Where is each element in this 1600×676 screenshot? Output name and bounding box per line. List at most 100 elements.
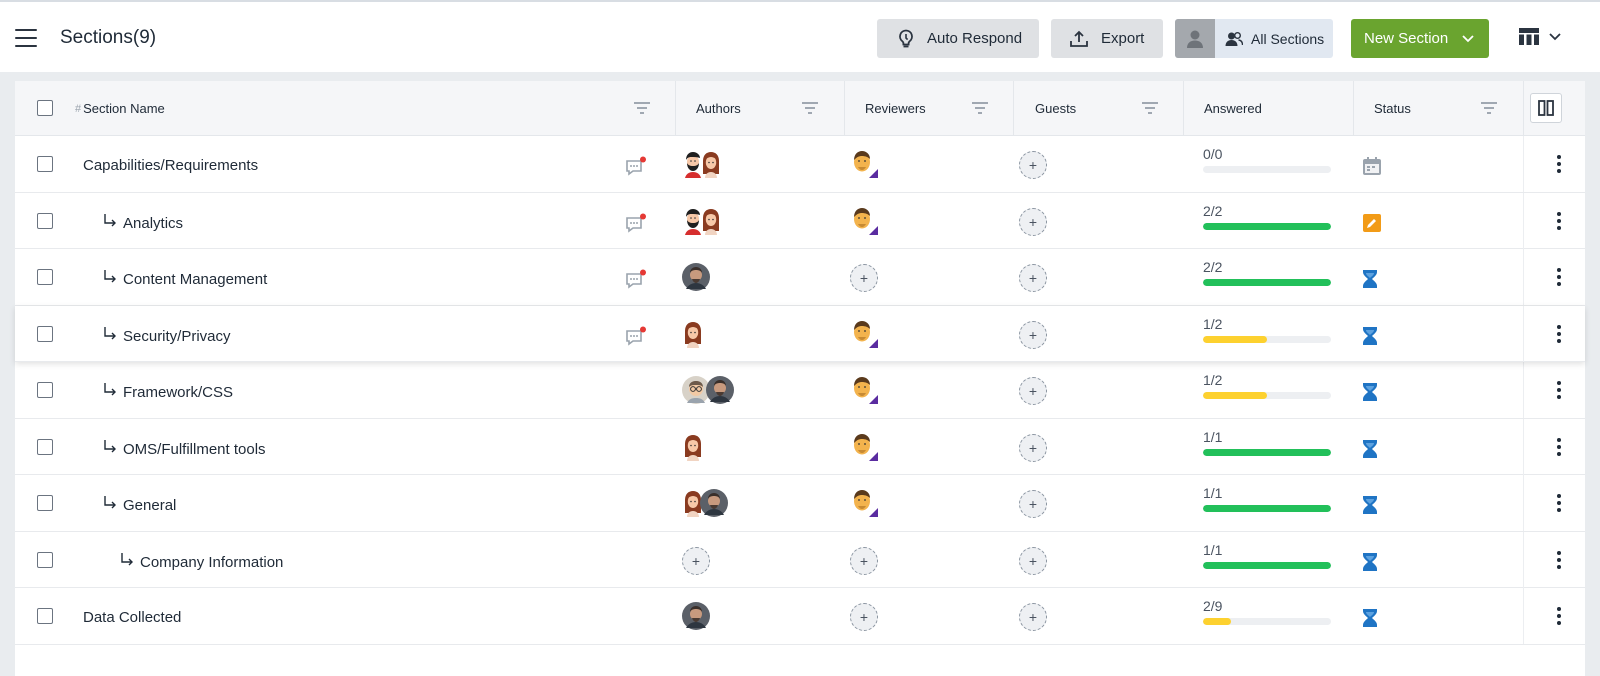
author-avatars[interactable]	[682, 263, 710, 296]
table-row[interactable]: OMS/Fulfillment tools + 1/1	[15, 418, 1585, 475]
hourglass-icon[interactable]	[1362, 495, 1378, 520]
calendar-icon[interactable]	[1362, 156, 1382, 181]
section-name[interactable]: Content Management	[103, 270, 267, 288]
add-reviewer-button[interactable]: +	[850, 603, 878, 631]
select-all-checkbox[interactable]	[37, 100, 53, 116]
add-reviewer-button[interactable]: +	[850, 264, 878, 292]
reviewer-avatar[interactable]	[849, 375, 878, 410]
author-avatars[interactable]	[682, 489, 728, 522]
section-name[interactable]: Analytics	[103, 213, 183, 232]
section-name[interactable]: Framework/CSS	[103, 383, 233, 401]
columns-icon	[1538, 100, 1554, 116]
author-avatars[interactable]	[682, 376, 734, 409]
progress-fill	[1203, 448, 1331, 456]
add-guest-button[interactable]: +	[1019, 433, 1047, 462]
row-checkbox[interactable]	[37, 438, 53, 455]
row-checkbox[interactable]	[37, 495, 53, 511]
more-options-icon[interactable]	[1554, 209, 1564, 233]
reviewer-avatar[interactable]	[849, 319, 878, 354]
hamburger-menu-icon[interactable]	[15, 29, 37, 49]
row-checkbox[interactable]	[37, 269, 53, 285]
add-guest-button[interactable]: +	[1019, 377, 1047, 405]
author-avatars[interactable]	[682, 320, 701, 353]
more-options-icon[interactable]	[1554, 378, 1564, 402]
reviewer-avatar[interactable]	[849, 206, 878, 241]
reviewer-avatar[interactable]	[849, 149, 878, 184]
table-row[interactable]: Security/Privacy + 1/2	[15, 305, 1585, 362]
table-row[interactable]: Analytics + 2/2	[15, 192, 1585, 249]
more-options-icon[interactable]	[1554, 548, 1564, 572]
author-avatars[interactable]	[682, 207, 719, 240]
auto-respond-button[interactable]: Auto Respond	[877, 19, 1039, 58]
add-guest-button[interactable]: +	[1019, 603, 1047, 631]
comment-icon[interactable]	[625, 213, 647, 235]
add-guest-button[interactable]: +	[1019, 320, 1047, 349]
section-name[interactable]: OMS/Fulfillment tools	[103, 439, 266, 458]
row-checkbox[interactable]	[37, 156, 53, 172]
more-options-icon[interactable]	[1554, 604, 1564, 628]
row-checkbox[interactable]	[37, 608, 53, 624]
chevron-down-icon[interactable]	[1549, 32, 1561, 41]
view-layout-toggle[interactable]	[1519, 28, 1561, 45]
all-sections-button[interactable]: All Sections	[1175, 19, 1333, 58]
section-name[interactable]: Data Collected	[83, 609, 181, 626]
filter-icon[interactable]	[801, 101, 819, 115]
reviewer-avatar[interactable]	[849, 488, 878, 523]
column-selector-button[interactable]	[1530, 93, 1562, 123]
table-row[interactable]: Framework/CSS + 1/2	[15, 362, 1585, 419]
filter-icon[interactable]	[1141, 101, 1159, 115]
more-options-icon[interactable]	[1554, 435, 1564, 459]
export-button[interactable]: Export	[1051, 19, 1163, 58]
table-row[interactable]: General + 1/1	[15, 475, 1585, 532]
add-reviewer-button[interactable]: +	[850, 546, 878, 575]
answered-progress: 2/2	[1203, 203, 1331, 230]
hourglass-icon[interactable]	[1362, 552, 1378, 577]
row-checkbox[interactable]	[37, 551, 53, 568]
answered-progress: 1/1	[1203, 485, 1331, 512]
add-guest-button[interactable]: +	[1019, 264, 1047, 292]
hourglass-icon[interactable]	[1362, 269, 1378, 294]
filter-icon[interactable]	[1480, 101, 1498, 115]
edit-icon[interactable]	[1362, 213, 1382, 238]
section-name[interactable]: Company Information	[120, 552, 283, 571]
avatar	[849, 432, 879, 467]
author-avatars[interactable]	[682, 150, 719, 183]
filter-icon[interactable]	[633, 101, 651, 115]
table-row[interactable]: Capabilities/Requirements + 0/0	[15, 136, 1585, 193]
more-options-icon[interactable]	[1554, 491, 1564, 515]
more-options-icon[interactable]	[1554, 265, 1564, 289]
hash-icon: #	[75, 102, 82, 115]
progress-fill	[1203, 505, 1331, 512]
add-guest-button[interactable]: +	[1019, 207, 1047, 236]
add-guest-button[interactable]: +	[1019, 546, 1047, 575]
author-avatars[interactable]	[682, 433, 701, 466]
table-row[interactable]: Data Collected + + 2/9	[15, 588, 1585, 645]
author-avatars[interactable]	[682, 602, 710, 635]
comment-icon[interactable]	[625, 326, 647, 348]
comment-icon[interactable]	[625, 156, 647, 178]
section-name[interactable]: Capabilities/Requirements	[83, 157, 258, 174]
chevron-down-icon[interactable]	[1462, 34, 1474, 43]
add-author-button[interactable]: +	[682, 546, 710, 575]
row-checkbox[interactable]	[37, 382, 53, 398]
row-checkbox[interactable]	[37, 212, 53, 229]
table-row[interactable]: Content Management + + 2/2	[15, 249, 1585, 306]
section-name[interactable]: Security/Privacy	[103, 326, 231, 345]
add-guest-button[interactable]: +	[1019, 490, 1047, 518]
hourglass-icon[interactable]	[1362, 382, 1378, 407]
answered-progress: 0/0	[1203, 146, 1331, 173]
hourglass-icon[interactable]	[1362, 439, 1378, 464]
section-name[interactable]: General	[103, 496, 176, 514]
table-row[interactable]: Company Information + + + 1/1	[15, 531, 1585, 588]
hourglass-icon[interactable]	[1362, 326, 1378, 351]
new-section-button[interactable]: New Section	[1351, 19, 1489, 58]
column-divider	[1523, 588, 1524, 644]
reviewer-avatar[interactable]	[849, 432, 878, 467]
filter-icon[interactable]	[971, 101, 989, 115]
row-checkbox[interactable]	[37, 325, 53, 342]
more-options-icon[interactable]	[1554, 152, 1564, 176]
more-options-icon[interactable]	[1554, 322, 1564, 346]
hourglass-icon[interactable]	[1362, 608, 1378, 633]
comment-icon[interactable]	[625, 269, 647, 291]
add-guest-button[interactable]: +	[1019, 151, 1047, 179]
